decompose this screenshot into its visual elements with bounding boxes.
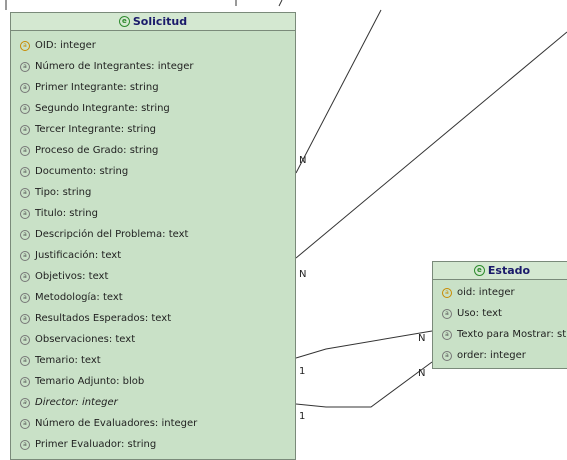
- attribute-label: Segundo Integrante: string: [35, 103, 170, 114]
- attribute-row[interactable]: a Temario Adjunto: blob: [11, 371, 295, 392]
- attribute-label: Documento: string: [35, 166, 129, 177]
- entity-solicitud[interactable]: e Solicitud a OID: integer a Número de Integ…: [10, 12, 296, 460]
- entity-icon: e: [118, 15, 130, 27]
- entity-icon: e: [473, 264, 485, 276]
- attribute-row[interactable]: a Titulo: string: [11, 203, 295, 224]
- attribute-label: Primer Integrante: string: [35, 82, 159, 93]
- cardinality-label: N: [299, 155, 307, 166]
- entity-header: e Estado: [433, 262, 567, 280]
- attribute-row[interactable]: a Tercer Integrante: string: [11, 119, 295, 140]
- attribute-icon: a: [20, 377, 30, 387]
- attribute-label: Observaciones: text: [35, 334, 136, 345]
- entity-header: e Solicitud: [11, 13, 295, 31]
- attribute-row[interactable]: a Primer Integrante: string: [11, 77, 295, 98]
- attribute-icon: a: [20, 314, 30, 324]
- attribute-row[interactable]: a Segundo Integrante: string: [11, 98, 295, 119]
- attribute-row[interactable]: a Justificación: text: [11, 245, 295, 266]
- attribute-row[interactable]: a Primer Evaluador: string: [11, 434, 295, 455]
- attribute-row[interactable]: a Objetivos: text: [11, 266, 295, 287]
- attribute-label: Temario Adjunto: blob: [35, 376, 145, 387]
- cardinality-label: N: [299, 269, 307, 280]
- attribute-list: a oid: integer a Uso: text a Texto para Mostr…: [433, 280, 567, 366]
- entity-estado[interactable]: e Estado a oid: integer a Uso: text a Texto pa…: [432, 261, 567, 369]
- entity-title: Solicitud: [132, 15, 188, 28]
- attribute-icon: a: [442, 351, 452, 361]
- attribute-row[interactable]: a oid: integer: [433, 282, 567, 303]
- attribute-icon: a: [20, 230, 30, 240]
- attribute-row[interactable]: a Número de Integrantes: integer: [11, 56, 295, 77]
- attribute-label: oid: integer: [457, 287, 515, 298]
- attribute-icon: a: [20, 62, 30, 72]
- attribute-row[interactable]: a Director: integer: [11, 392, 295, 413]
- cardinality-label: 1: [299, 411, 306, 422]
- attribute-icon: a: [20, 272, 30, 282]
- attribute-icon: a: [20, 209, 30, 219]
- attribute-label: Titulo: string: [35, 208, 98, 219]
- attribute-row[interactable]: a Número de Evaluadores: integer: [11, 413, 295, 434]
- attribute-label: Descripción del Problema: text: [35, 229, 189, 240]
- cardinality-label: N: [418, 333, 426, 344]
- attribute-list: a OID: integer a Número de Integrantes: int…: [11, 31, 295, 455]
- attribute-label: Objetivos: text: [35, 271, 109, 282]
- attribute-row[interactable]: a Documento: string: [11, 161, 295, 182]
- cardinality-label: 1: [299, 366, 306, 377]
- attribute-label: Director: integer: [35, 397, 118, 408]
- attribute-icon: a: [442, 309, 452, 319]
- attribute-row[interactable]: a Descripción del Problema: text: [11, 224, 295, 245]
- attribute-icon: a: [20, 251, 30, 261]
- attribute-icon: a: [20, 167, 30, 177]
- attribute-label: order: integer: [457, 350, 526, 361]
- attribute-row[interactable]: a Uso: text: [433, 303, 567, 324]
- attribute-label: OID: integer: [35, 40, 96, 51]
- attribute-icon: a: [20, 125, 30, 135]
- attribute-row[interactable]: a Resultados Esperados: text: [11, 308, 295, 329]
- entity-title: Estado: [487, 264, 531, 277]
- attribute-label: Primer Evaluador: string: [35, 439, 157, 450]
- relationship-line-1: [295, 9, 382, 174]
- attribute-icon: a: [20, 335, 30, 345]
- attribute-row[interactable]: a order: integer: [433, 345, 567, 366]
- relationship-line-3: [295, 330, 433, 359]
- attribute-icon: a: [20, 440, 30, 450]
- attribute-label: Proceso de Grado: string: [35, 145, 159, 156]
- attribute-row[interactable]: a OID: integer: [11, 35, 295, 56]
- edge-mark-2: [278, 0, 283, 7]
- attribute-label: Temario: text: [35, 355, 101, 366]
- attribute-icon: a: [442, 330, 452, 340]
- attribute-icon: a: [20, 188, 30, 198]
- attribute-label: Número de Evaluadores: integer: [35, 418, 198, 429]
- attribute-label: Tercer Integrante: string: [35, 124, 157, 135]
- attribute-icon: a: [20, 83, 30, 93]
- attribute-row[interactable]: a Temario: text: [11, 350, 295, 371]
- attribute-icon: a: [20, 293, 30, 303]
- attribute-label: Número de Integrantes: integer: [35, 61, 194, 72]
- attribute-label: Metodología: text: [35, 292, 123, 303]
- attribute-icon: a: [20, 104, 30, 114]
- key-icon: a: [442, 288, 452, 298]
- attribute-label: Texto para Mostrar: string: [457, 329, 567, 340]
- relationship-line-4: [295, 361, 433, 408]
- relationship-line-2: [295, 31, 567, 259]
- attribute-row[interactable]: a Tipo: string: [11, 182, 295, 203]
- attribute-label: Tipo: string: [35, 187, 92, 198]
- attribute-label: Justificación: text: [35, 250, 122, 261]
- attribute-label: Resultados Esperados: text: [35, 313, 172, 324]
- attribute-row[interactable]: a Metodología: text: [11, 287, 295, 308]
- derived-attribute-icon: a: [20, 398, 30, 408]
- attribute-row[interactable]: a Proceso de Grado: string: [11, 140, 295, 161]
- cardinality-label: N: [418, 368, 426, 379]
- attribute-label: Uso: text: [457, 308, 502, 319]
- attribute-icon: a: [20, 356, 30, 366]
- key-icon: a: [20, 41, 30, 51]
- attribute-row[interactable]: a Texto para Mostrar: string: [433, 324, 567, 345]
- attribute-row[interactable]: a Observaciones: text: [11, 329, 295, 350]
- attribute-icon: a: [20, 419, 30, 429]
- attribute-icon: a: [20, 146, 30, 156]
